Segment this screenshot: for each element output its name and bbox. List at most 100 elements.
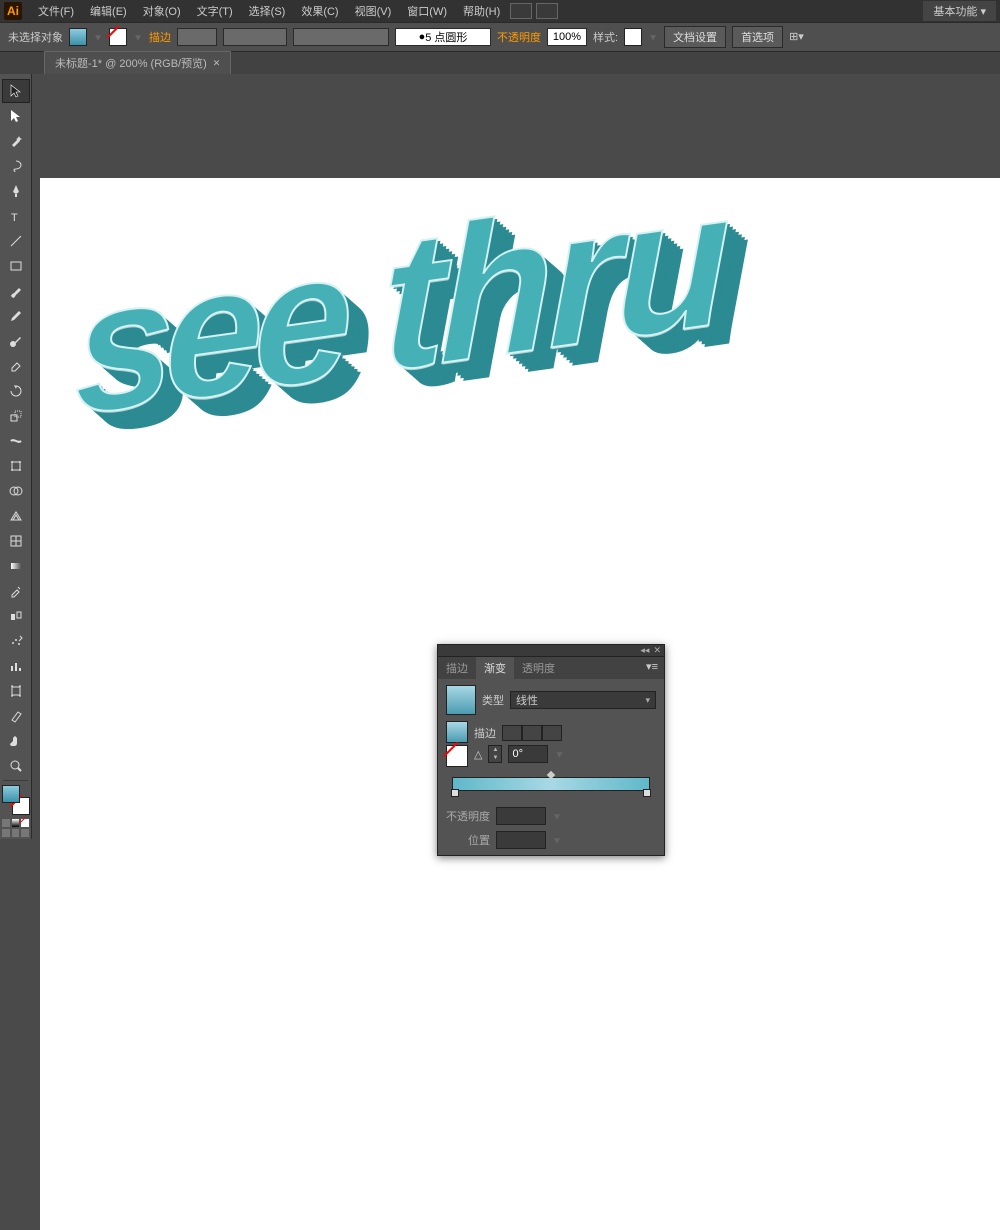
graphic-style-swatch[interactable] [624,28,642,46]
gradient-panel: ◂◂ ✕ 描边 渐变 透明度 ▾≡ 类型 线性 描边 [437,644,665,856]
arrange-documents-button[interactable] [510,3,532,19]
panel-location-dropdown[interactable] [552,831,562,849]
stroke-swatch[interactable] [109,28,127,46]
screen-mode-button[interactable] [536,3,558,19]
panel-collapse-icon[interactable]: ◂◂ [640,645,649,656]
menu-type[interactable]: 文字(T) [189,3,241,19]
gradient-slider[interactable] [452,777,650,791]
brush-selector[interactable] [293,28,389,46]
panel-tabs: 描边 渐变 透明度 ▾≡ [438,657,664,679]
angle-input[interactable]: 0° [508,745,548,763]
magic-wand-tool[interactable] [2,129,30,153]
stroke-dropdown[interactable] [133,28,143,46]
stroke-style-input[interactable] [223,28,287,46]
canvas-area[interactable]: seethru ◂◂ ✕ 描边 渐变 透明度 ▾≡ 类型 线性 [32,74,1000,830]
direct-selection-tool[interactable] [2,104,30,128]
tools-panel: T [0,74,32,839]
gradient-stop-left[interactable] [451,789,459,797]
draw-mode-row[interactable] [2,829,29,837]
panel-stroke-label: 描边 [474,725,496,741]
close-tab-icon[interactable]: ✕ [213,58,221,69]
menu-effect[interactable]: 效果(C) [293,3,346,19]
angle-icon: △ [474,748,482,761]
blend-tool[interactable] [2,604,30,628]
stroke-profile-selector[interactable]: ● 5 点圆形 [395,28,491,46]
stroke-align-segments[interactable] [502,725,562,741]
pencil-tool[interactable] [2,304,30,328]
panel-tab-transparency[interactable]: 透明度 [514,657,563,679]
hand-tool[interactable] [2,729,30,753]
panel-menu-icon[interactable]: ▾≡ [640,657,664,679]
angle-stepper[interactable]: ▲▼ [488,745,502,763]
gradient-type-label: 类型 [482,692,504,708]
panel-location-input[interactable] [496,831,546,849]
scale-tool[interactable] [2,404,30,428]
panel-grip[interactable]: ◂◂ ✕ [438,645,664,657]
panel-opacity-input[interactable] [496,807,546,825]
panel-close-icon[interactable]: ✕ [653,645,661,656]
eyedropper-tool[interactable] [2,579,30,603]
rectangle-tool[interactable] [2,254,30,278]
stroke-label[interactable]: 描边 [149,29,171,45]
rotate-tool[interactable] [2,379,30,403]
gradient-stop-right[interactable] [643,789,651,797]
width-tool[interactable] [2,429,30,453]
svg-text:T: T [11,212,18,224]
panel-fill-swatch[interactable] [446,721,468,743]
slice-tool[interactable] [2,704,30,728]
menu-object[interactable]: 对象(O) [135,3,189,19]
menu-select[interactable]: 选择(S) [241,3,294,19]
style-label: 样式: [593,29,618,45]
panel-stroke-swatch[interactable] [446,745,468,767]
color-mode-row[interactable] [2,819,29,827]
menu-view[interactable]: 视图(V) [347,3,400,19]
zoom-tool[interactable] [2,754,30,778]
blob-brush-tool[interactable] [2,329,30,353]
paintbrush-tool[interactable] [2,279,30,303]
mesh-tool[interactable] [2,529,30,553]
preferences-button[interactable]: 首选项 [732,26,783,48]
panel-tab-stroke[interactable]: 描边 [438,657,476,679]
align-icon[interactable]: ⊞▾ [789,30,807,44]
menu-window[interactable]: 窗口(W) [399,3,455,19]
document-tab[interactable]: 未标题-1* @ 200% (RGB/预览) ✕ [44,51,231,74]
gradient-midpoint[interactable] [547,771,555,779]
gradient-preview-swatch[interactable] [446,685,476,715]
workspace-switcher[interactable]: 基本功能 ▾ [923,1,996,21]
menu-edit[interactable]: 编辑(E) [82,3,135,19]
panel-tab-gradient[interactable]: 渐变 [476,657,514,679]
fill-swatch[interactable] [69,28,87,46]
fill-dropdown[interactable] [93,28,103,46]
menu-bar: Ai 文件(F) 编辑(E) 对象(O) 文字(T) 选择(S) 效果(C) 视… [0,0,1000,22]
eraser-tool[interactable] [2,354,30,378]
column-graph-tool[interactable] [2,654,30,678]
line-tool[interactable] [2,229,30,253]
selection-status: 未选择对象 [8,29,63,45]
document-setup-button[interactable]: 文档设置 [664,26,726,48]
lasso-tool[interactable] [2,154,30,178]
app-logo: Ai [4,2,22,20]
perspective-grid-tool[interactable] [2,504,30,528]
panel-opacity-label: 不透明度 [446,808,490,824]
graphic-style-dropdown[interactable] [648,28,658,46]
opacity-input[interactable]: 100% [547,28,587,46]
angle-dropdown[interactable] [554,745,564,763]
gradient-tool[interactable] [2,554,30,578]
type-tool[interactable]: T [2,204,30,228]
artwork-text: seethru [75,147,724,458]
artboard-tool[interactable] [2,679,30,703]
menu-help[interactable]: 帮助(H) [455,3,508,19]
symbol-sprayer-tool[interactable] [2,629,30,653]
control-bar: 未选择对象 描边 ● 5 点圆形 不透明度 100% 样式: 文档设置 首选项 … [0,22,1000,52]
menu-file[interactable]: 文件(F) [30,3,82,19]
shape-builder-tool[interactable] [2,479,30,503]
pen-tool[interactable] [2,179,30,203]
selection-tool[interactable] [2,79,30,103]
panel-opacity-dropdown[interactable] [552,807,562,825]
document-tab-bar: 未标题-1* @ 200% (RGB/预览) ✕ [0,52,1000,74]
gradient-type-select[interactable]: 线性 [510,691,656,709]
opacity-label[interactable]: 不透明度 [497,29,541,45]
free-transform-tool[interactable] [2,454,30,478]
fill-stroke-indicator[interactable] [2,785,30,815]
stroke-weight-input[interactable] [177,28,217,46]
